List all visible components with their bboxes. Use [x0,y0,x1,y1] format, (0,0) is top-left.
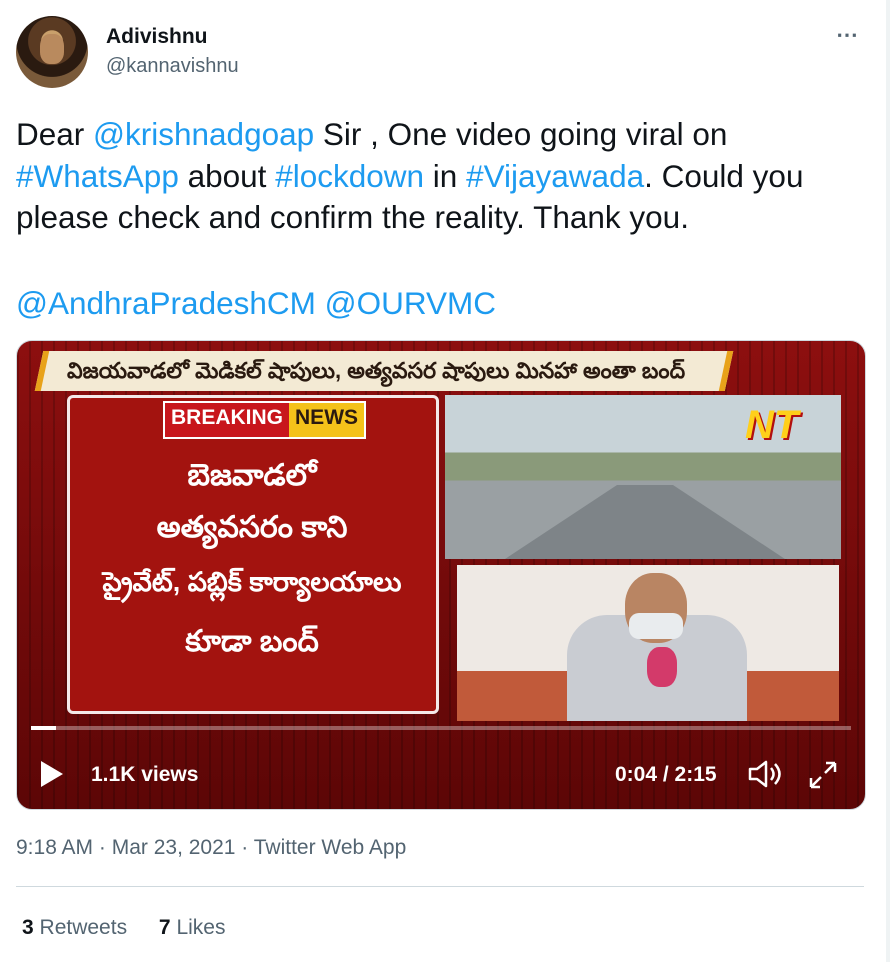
fullscreen-icon[interactable] [807,759,839,791]
volume-icon[interactable] [747,759,783,789]
hashtag-link[interactable]: #Vijayawada [466,158,644,194]
user-name[interactable]: Adivishnu [106,25,208,49]
play-icon[interactable] [41,761,63,787]
video-time: 0:04 / 2:15 [615,763,717,786]
press-conference-scene [457,565,839,721]
avatar-face [40,34,64,64]
mention-link[interactable]: @krishnadgoap [93,116,314,152]
text-segment: Dear [16,116,94,152]
view-count: 1.1K views [91,763,199,786]
microphone [647,647,677,687]
video-progress-fill [31,726,56,730]
channel-logo: NT [745,403,799,447]
mention-link[interactable]: @AndhraPradeshCM [16,285,316,321]
more-options-icon[interactable]: ⋯ [836,22,859,48]
divider [16,886,864,887]
likes-stat[interactable]: 7 Likes [159,916,226,939]
badge-news: NEWS [289,403,365,437]
headline-line-4: కూడా బంద్ [185,625,319,658]
face-mask [629,613,683,639]
road [505,485,785,559]
tweet-text: Dear @krishnadgoap Sir , One video going… [16,114,866,239]
text-segment: in [424,157,467,194]
video-player[interactable]: విజయవాడలో మెడికల్ షాపులు, అత్యవసర షాపులు… [16,340,866,810]
ticker-text: విజయవాడలో మెడికల్ షాపులు, అత్యవసర షాపులు… [67,358,686,383]
likes-count: 7 [158,916,171,939]
headline-line-2: అత్యవసరం కాని [156,511,348,544]
street-scene: NT [445,395,841,559]
user-handle[interactable]: @kannavishnu [106,55,239,78]
hashtag-link[interactable]: #WhatsApp [16,158,179,194]
retweets-count: 3 [22,916,34,939]
mention-link[interactable]: @OURVMC [325,285,496,321]
retweets-stat[interactable]: 3 Retweets [22,916,127,939]
retweets-label: Retweets [39,916,128,939]
tweet-mentions: @AndhraPradeshCM @OURVMC [16,283,496,325]
likes-label: Likes [176,916,226,939]
video-controls: 1.1K views 0:04 / 2:15 [17,741,865,809]
scrollbar-edge [886,0,890,962]
video-progress-bar[interactable] [31,726,851,730]
tweet-stats: 3 Retweets 7 Likes [22,916,251,940]
headline-line-3: ప్రైవేట్, పబ్లిక్ కార్యాలయాలు [102,567,402,597]
badge-breaking: BREAKING [165,403,290,437]
breaking-news-badge: BREAKING NEWS [163,401,367,439]
hashtag-link[interactable]: #lockdown [275,158,424,194]
avatar[interactable] [16,16,88,88]
tweet-timestamp[interactable]: 9:18 AM · Mar 23, 2021 · Twitter Web App [16,836,406,860]
breaking-news-panel [67,395,439,714]
text-segment: about [178,157,276,194]
headline-line-1: బెజవాడలో [187,459,317,492]
text-segment: Sir , One video going viral on [314,116,728,152]
